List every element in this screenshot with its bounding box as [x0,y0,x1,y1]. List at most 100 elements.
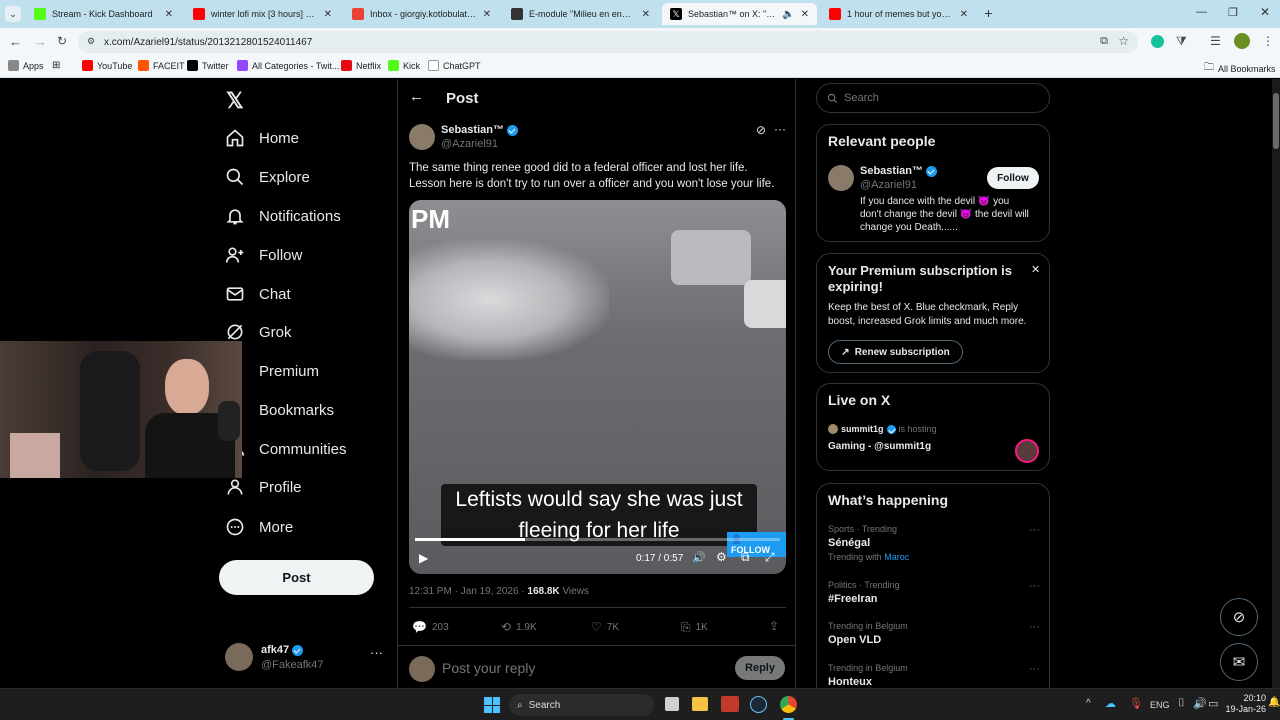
fullscreen-icon[interactable]: ⤢ [765,550,775,565]
minimize-icon[interactable]: — [1196,6,1207,18]
reply-button[interactable]: Reply [735,656,785,680]
file-explorer-icon[interactable] [692,697,708,711]
tab-kick-dashboard[interactable]: Stream - Kick Dashboard ✕ [26,3,181,25]
bookmark-star-icon[interactable]: ☆ [1118,34,1129,48]
live-stream-title[interactable]: Gaming - @summit1g [828,441,931,452]
forward-icon[interactable]: → [34,34,47,49]
pip-icon[interactable]: ⧉ [741,550,750,565]
tab-close-icon[interactable]: ✕ [483,9,491,20]
live-avatar[interactable] [1015,439,1039,463]
trend-item[interactable]: Politics · Trending #FreeIran ··· [828,580,1040,610]
bookmark-apps[interactable]: Apps [8,60,44,71]
nav-more[interactable]: More [225,512,293,542]
back-icon[interactable]: ← [9,34,22,49]
new-tab-button[interactable]: + [980,5,997,22]
settings-gear-icon[interactable]: ⚙ [716,550,727,564]
tab-close-icon[interactable]: ✕ [960,9,968,20]
page-scrollbar[interactable] [1272,79,1280,688]
post-more-icon[interactable]: ··· [774,122,786,136]
follow-button[interactable]: Follow [987,167,1039,189]
like-action[interactable]: ♡ 7K [591,620,619,634]
author-handle[interactable]: @Azariel91 [441,138,498,150]
post-timestamp[interactable]: 12:31 PM · Jan 19, 2026 · [409,586,525,597]
grok-float-button[interactable]: ⊘ [1220,598,1258,636]
account-switcher[interactable]: afk47 @Fakeafk47 ··· [225,639,390,679]
volume-icon[interactable]: 🔊 [1193,697,1207,710]
account-more-icon[interactable]: ··· [370,645,383,660]
profile-avatar[interactable] [1234,33,1250,49]
repost-action[interactable]: ⟲ 1.9K [501,620,537,634]
tab-close-icon[interactable]: ✕ [642,9,650,20]
trend-more-icon[interactable]: ··· [1029,663,1040,675]
tab-e-module[interactable]: E-module "Milieu en energie in ✕ [503,3,658,25]
author-name[interactable]: Sebastian™ [441,124,504,136]
trend-extra-link[interactable]: Maroc [884,552,909,562]
tab-x-post[interactable]: 𝕏 Sebastian™ on X: "The same 🔈 ✕ [662,3,817,25]
task-view-icon[interactable] [665,697,679,711]
reply-input[interactable]: Post your reply [442,660,535,676]
app-icon[interactable] [721,696,739,712]
trend-more-icon[interactable]: ··· [1029,580,1040,592]
trend-item[interactable]: Sports · Trending Sénégal Trending with … [828,524,1040,564]
video-player[interactable]: PM Leftists would say she was just fleei… [409,200,786,574]
live-host-row[interactable]: summit1g is hosting [828,424,937,434]
address-bar[interactable]: ⚙ x.com/Azariel91/status/201321280152401… [78,31,1138,53]
install-app-icon[interactable]: ⧉ [1100,35,1108,48]
video-follow-badge[interactable]: 👤 FOLLOW [727,532,786,557]
language-indicator[interactable]: ENG [1150,700,1170,710]
tab-inbox[interactable]: Inbox - giorgiy.kotlobulat@vda ✕ [344,3,499,25]
tray-app-icon[interactable]: ☁ [1105,697,1116,710]
trend-item[interactable]: Trending in Belgium Open VLD ··· [828,621,1040,651]
clock[interactable]: 20:10 19-Jan-26 [1216,693,1266,715]
author-avatar[interactable] [409,124,435,150]
network-icon[interactable]: ⌷ [1178,697,1185,710]
tab-close-icon[interactable]: ✕ [801,9,809,20]
tab-mute-icon[interactable]: 🔈 [782,9,794,20]
bookmark-kick[interactable]: Kick [388,60,420,71]
tray-mic-icon[interactable]: 🎙 [1129,697,1143,710]
browser-menu-icon[interactable]: ⋮ [1262,34,1274,48]
share-icon[interactable]: ⇪ [769,619,779,633]
notification-bell-icon[interactable]: 🔔 [1268,697,1280,708]
bookmark-twitch[interactable]: All Categories - Twit... [237,60,339,71]
reading-list-icon[interactable]: ☰ [1210,34,1221,48]
video-progress-track[interactable] [415,538,780,541]
nav-home[interactable]: Home [225,123,299,153]
play-icon[interactable]: ▶ [419,551,428,565]
nav-chat[interactable]: Chat [225,279,291,309]
bookmark-chatgpt[interactable]: ChatGPT [428,60,481,71]
tab-close-icon[interactable]: ✕ [165,9,173,20]
bookmark-grid[interactable]: ⊞ [52,60,60,71]
nav-communities[interactable]: Communities [225,434,347,464]
extensions-icon[interactable]: ⧩ [1176,34,1187,49]
tab-memes[interactable]: 1 hour of memes but you will la ✕ [821,3,976,25]
person-name[interactable]: Sebastian™ [860,165,923,177]
volume-icon[interactable]: 🔊 [692,551,706,564]
trend-more-icon[interactable]: ··· [1029,524,1040,536]
reply-action[interactable]: 💬 203 [412,620,449,634]
reload-icon[interactable]: ↻ [57,34,67,48]
back-arrow-icon[interactable]: ← [409,88,424,105]
taskbar-search[interactable]: ⌕ Search [509,694,654,716]
bookmark-youtube[interactable]: YouTube [82,60,132,71]
trend-item[interactable]: Trending in Belgium Honteux ··· [828,663,1040,688]
nav-explore[interactable]: Explore [225,162,310,192]
grammarly-extension-icon[interactable] [1151,35,1164,48]
chrome-icon[interactable] [780,696,797,713]
restore-icon[interactable]: ❐ [1228,6,1238,19]
all-bookmarks[interactable]: 🗀 All Bookmarks [1204,60,1276,77]
bookmark-netflix[interactable]: Netflix [341,60,381,71]
tray-overflow-icon[interactable]: ^ [1086,698,1091,709]
nav-follow[interactable]: Follow [225,240,302,270]
steam-icon[interactable] [750,696,767,713]
renew-subscription-button[interactable]: ↗ Renew subscription [828,340,963,364]
person-avatar[interactable] [828,165,854,191]
post-button[interactable]: Post [219,560,374,595]
window-close-icon[interactable]: ✕ [1260,5,1270,19]
start-windows-icon[interactable] [484,697,500,713]
nav-notifications[interactable]: Notifications [225,201,341,231]
bookmark-faceit[interactable]: FACEIT [138,60,185,71]
search-box[interactable]: Search [816,83,1050,113]
x-logo-icon[interactable]: 𝕏 [226,88,244,114]
site-info-icon[interactable]: ⚙ [87,36,95,47]
